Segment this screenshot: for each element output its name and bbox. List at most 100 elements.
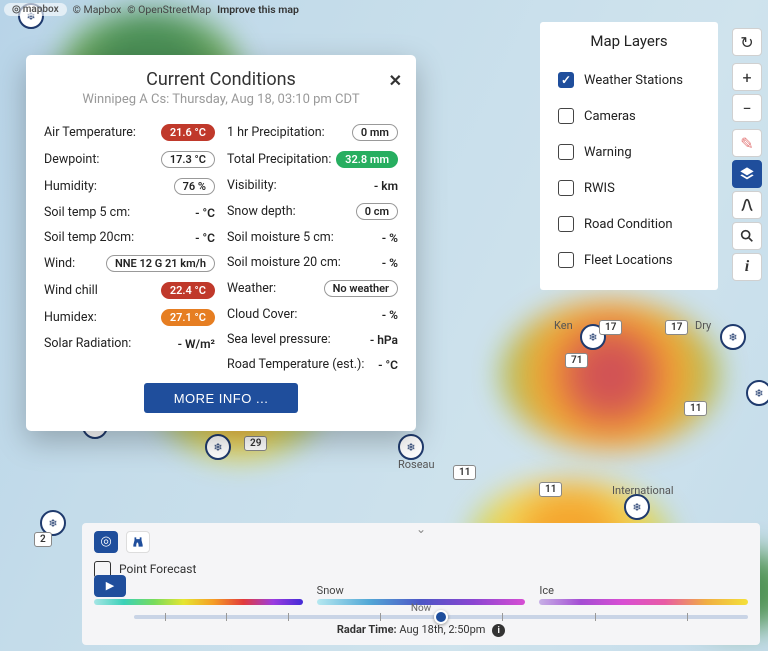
mapbox-logo[interactable]: mapbox [4, 3, 67, 16]
zoom-out-button[interactable]: − [732, 94, 762, 122]
condition-row: Cloud Cover: - % [227, 302, 398, 327]
layer-label: Cameras [584, 109, 636, 124]
layer-label: Warning [584, 145, 632, 160]
layers-button[interactable] [732, 160, 762, 188]
layers-icon [739, 166, 755, 182]
search-button[interactable] [732, 222, 762, 250]
condition-value: - hPa [370, 333, 398, 347]
condition-row: Soil temp 5 cm:- °C [44, 200, 215, 225]
condition-value: 32.8 mm [336, 151, 398, 168]
draw-button[interactable]: ✎ [732, 129, 762, 157]
layer-label: Road Condition [584, 217, 673, 232]
info-button[interactable]: i [732, 253, 762, 281]
road-shield: 11 [453, 465, 476, 480]
station-marker[interactable] [720, 324, 746, 350]
collapse-handle[interactable]: ⌄ [416, 522, 426, 536]
point-forecast-label: Point Forecast [119, 562, 196, 576]
condition-row: Sea level pressure: - hPa [227, 327, 398, 352]
station-marker[interactable] [624, 494, 650, 520]
layer-row[interactable]: Cameras [540, 98, 718, 134]
layer-label: Fleet Locations [584, 253, 673, 268]
more-info-button[interactable]: MORE INFO ... [144, 383, 298, 413]
legend-label: Ice [539, 584, 748, 597]
attribution: mapbox © Mapbox © OpenStreetMap Improve … [4, 3, 299, 16]
route-icon [739, 197, 755, 213]
condition-value: - % [382, 231, 398, 245]
route-forecast-icon[interactable] [126, 531, 150, 553]
condition-row: Soil moisture 20 cm:- % [227, 250, 398, 275]
reload-button[interactable]: ↻ [732, 28, 762, 56]
info-icon[interactable]: i [492, 624, 505, 637]
condition-row: 1 hr Precipitation: 0 mm [227, 119, 398, 146]
station-marker[interactable] [205, 434, 231, 460]
layer-checkbox[interactable] [558, 72, 574, 88]
condition-value: 21.6 °C [161, 124, 215, 141]
condition-row: Soil moisture 5 cm: - % [227, 225, 398, 250]
timeline-thumb[interactable] [434, 610, 448, 624]
popup-title: Current Conditions [44, 69, 398, 90]
route-button[interactable] [732, 191, 762, 219]
improve-map-link[interactable]: Improve this map [217, 3, 299, 16]
condition-value: 0 mm [352, 124, 398, 141]
binoculars-icon [131, 535, 145, 549]
condition-row: Air Temperature: 21.6 °C [44, 119, 215, 146]
condition-row: Wind chill 22.4 °C [44, 277, 215, 304]
legend-snow: Snow [317, 584, 526, 605]
condition-row: Dewpoint:17.3 °C [44, 146, 215, 173]
condition-row: Visibility: - km [227, 173, 398, 198]
condition-value: 0 cm [356, 203, 398, 220]
attribution-text[interactable]: © OpenStreetMap [127, 3, 211, 16]
road-shield: 17 [599, 320, 622, 335]
radar-time: Radar Time: Aug 18th, 2:50pm i [94, 623, 748, 638]
condition-value: 22.4 °C [161, 282, 215, 299]
condition-value: - W/m² [178, 337, 215, 351]
condition-label: Cloud Cover: [227, 307, 297, 322]
radar-icon[interactable]: ◎ [94, 531, 118, 553]
condition-row: Solar Radiation: - W/m² [44, 331, 215, 356]
play-button[interactable]: ▶ [94, 575, 126, 597]
layer-checkbox[interactable] [558, 180, 574, 196]
condition-row: Road Temperature (est.):- °C [227, 352, 398, 377]
layer-checkbox[interactable] [558, 108, 574, 124]
layer-row[interactable]: Weather Stations [540, 62, 718, 98]
layer-checkbox[interactable] [558, 252, 574, 268]
right-toolbar: ↻ + − ✎ i [732, 28, 762, 281]
condition-label: Sea level pressure: [227, 332, 331, 347]
condition-value: No weather [324, 280, 398, 297]
legend-gradient [94, 599, 303, 605]
layer-row[interactable]: Warning [540, 134, 718, 170]
condition-value: NNE 12 G 21 km/h [106, 255, 215, 272]
timeline-track[interactable] [134, 615, 748, 619]
condition-label: Soil temp 20cm: [44, 230, 134, 245]
condition-label: Visibility: [227, 178, 277, 193]
condition-label: Humidex: [44, 310, 97, 325]
attribution-text[interactable]: © Mapbox [73, 3, 122, 16]
station-marker[interactable] [746, 380, 768, 406]
condition-label: Soil moisture 5 cm: [227, 230, 334, 245]
condition-label: 1 hr Precipitation: [227, 125, 325, 140]
radar-panel: ⌄ ◎ Point Forecast RainSnowIce Now ▶ Rad… [82, 523, 760, 646]
layer-checkbox[interactable] [558, 216, 574, 232]
condition-label: Humidity: [44, 179, 97, 194]
station-marker[interactable] [398, 434, 424, 460]
layer-row[interactable]: Fleet Locations [540, 242, 718, 278]
layer-row[interactable]: RWIS [540, 170, 718, 206]
legend-label: Snow [317, 584, 526, 597]
condition-row: Total Precipitation:32.8 mm [227, 146, 398, 173]
condition-value: - °C [195, 231, 215, 245]
layers-title: Map Layers [540, 32, 718, 50]
conditions-popup: ✕ Current Conditions Winnipeg A Cs: Thur… [26, 55, 416, 431]
layer-row[interactable]: Road Condition [540, 206, 718, 242]
road-shield: 11 [684, 401, 707, 416]
condition-label: Wind chill [44, 283, 98, 298]
zoom-in-button[interactable]: + [732, 63, 762, 91]
radar-timeline[interactable]: Now ▶ [94, 615, 748, 619]
condition-label: Solar Radiation: [44, 336, 131, 351]
close-button[interactable]: ✕ [389, 71, 402, 90]
search-icon [739, 228, 755, 244]
condition-label: Dewpoint: [44, 152, 99, 167]
condition-label: Air Temperature: [44, 125, 136, 140]
condition-value: - km [374, 179, 398, 193]
layer-checkbox[interactable] [558, 144, 574, 160]
condition-value: - % [382, 308, 398, 322]
